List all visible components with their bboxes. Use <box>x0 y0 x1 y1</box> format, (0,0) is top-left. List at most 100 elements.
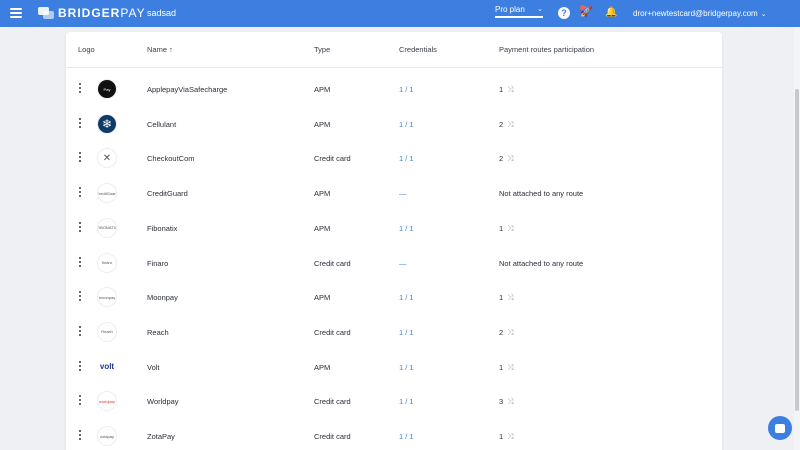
row-menu-icon[interactable] <box>78 291 82 303</box>
row-menu-icon[interactable] <box>78 395 82 407</box>
provider-name[interactable]: Moonpay <box>147 293 178 302</box>
route-count: Not attached to any route <box>499 189 584 199</box>
brand-logo[interactable]: BRIDGERPAY <box>38 6 146 20</box>
provider-credentials[interactable]: 1 / 1 <box>399 328 414 337</box>
row-menu-icon[interactable] <box>78 256 82 269</box>
table-row[interactable]: ❄ Cellulant APM 1 / 1 2 ⤨ <box>66 107 722 142</box>
row-menu-icon[interactable] <box>78 83 82 95</box>
provider-routes: 1 ⤨ <box>499 432 514 442</box>
provider-logo-text: CreditGuard <box>97 190 117 196</box>
row-menu-icon[interactable] <box>78 430 82 442</box>
provider-name[interactable]: Reach <box>147 328 169 337</box>
provider-logo: finaro <box>97 252 117 273</box>
user-menu[interactable]: dror+newtestcard@bridgerpay.com ⌄ <box>633 9 767 18</box>
table-row[interactable]: zotapay ZotaPay Credit card 1 / 1 1 ⤨ <box>66 419 722 450</box>
provider-type: Credit card <box>314 258 351 268</box>
provider-name[interactable]: Worldpay <box>147 397 179 406</box>
help-icon[interactable]: ? <box>558 7 570 19</box>
table-row[interactable]: moonpay Moonpay APM 1 / 1 1 ⤨ <box>66 280 722 315</box>
provider-name[interactable]: ZotaPay <box>147 432 175 441</box>
provider-type: Credit card <box>314 397 351 407</box>
brand-mark-icon <box>38 7 54 19</box>
provider-logo-text: Reach <box>101 329 113 335</box>
shuffle-icon: ⤨ <box>507 85 514 94</box>
scrollbar-thumb[interactable] <box>795 89 799 411</box>
provider-type: Credit card <box>314 432 351 441</box>
provider-logo: CreditGuard <box>97 183 117 204</box>
provider-type: APM <box>314 85 331 94</box>
provider-name[interactable]: Fibonatix <box>147 224 177 233</box>
provider-routes: Not attached to any route <box>499 259 583 268</box>
row-menu-icon[interactable] <box>78 325 82 338</box>
table-row[interactable]: Pay ApplepayViaSafecharge APM 1 / 1 1 ⤨ <box>66 72 722 107</box>
provider-name[interactable]: CheckoutCom <box>147 154 195 163</box>
scrollbar[interactable] <box>794 27 800 450</box>
provider-credentials[interactable]: 1 / 1 <box>399 85 414 94</box>
route-count: 2 <box>499 327 504 337</box>
plan-selector[interactable]: Pro plan ⌄ <box>495 5 543 18</box>
provider-routes: 2 ⤨ <box>499 120 514 130</box>
provider-credentials[interactable]: 1 / 1 <box>399 397 414 406</box>
menu-icon[interactable] <box>10 8 22 18</box>
provider-logo: Pay <box>97 79 117 99</box>
provider-name[interactable]: CreditGuard <box>147 189 188 198</box>
provider-logo: FIBONATIX <box>97 217 117 238</box>
table-row[interactable]: volt Volt APM 1 / 1 1 ⤨ <box>66 350 722 385</box>
provider-type: APM <box>314 189 331 199</box>
rocket-icon[interactable]: 🚀 <box>580 5 592 19</box>
provider-type: Credit card <box>314 327 351 337</box>
provider-type: Credit card <box>314 154 351 164</box>
provider-routes: 1 ⤨ <box>499 85 514 95</box>
shuffle-icon: ⤨ <box>507 223 514 233</box>
column-credentials: Credentials <box>399 45 437 54</box>
column-name[interactable]: Name ↑ <box>147 45 173 54</box>
provider-credentials[interactable]: 1 / 1 <box>399 293 414 302</box>
user-email: dror+newtestcard@bridgerpay.com <box>633 9 758 18</box>
divider <box>66 67 722 68</box>
chat-launcher-button[interactable] <box>768 416 792 440</box>
row-menu-icon[interactable] <box>78 117 82 130</box>
table-row[interactable]: ✕ CheckoutCom Credit card 1 / 1 2 ⤨ <box>66 141 722 176</box>
provider-credentials[interactable]: 1 / 1 <box>399 224 414 233</box>
provider-logo: ❄ <box>97 113 117 134</box>
chat-icon <box>775 423 785 433</box>
provider-credentials[interactable]: — <box>399 189 407 198</box>
provider-name[interactable]: Volt <box>147 363 160 372</box>
shuffle-icon: ⤨ <box>507 432 514 441</box>
provider-name[interactable]: Finaro <box>147 259 168 268</box>
project-name[interactable]: sadsad <box>147 8 176 18</box>
provider-name[interactable]: ApplepayViaSafecharge <box>147 85 227 94</box>
provider-credentials[interactable]: — <box>399 259 407 268</box>
shuffle-icon: ⤨ <box>507 154 514 164</box>
table-row[interactable]: worldpay Worldpay Credit card 1 / 1 3 ⤨ <box>66 384 722 419</box>
route-count: 1 <box>499 85 504 94</box>
table-row[interactable]: Reach Reach Credit card 1 / 1 2 ⤨ <box>66 315 722 350</box>
route-count: 1 <box>499 293 504 303</box>
provider-credentials[interactable]: 1 / 1 <box>399 432 414 441</box>
table-row[interactable]: CreditGuard CreditGuard APM — Not attached t… <box>66 176 722 211</box>
notification-dot <box>580 5 585 10</box>
row-menu-icon[interactable] <box>78 152 82 164</box>
table-row[interactable]: FIBONATIX Fibonatix APM 1 / 1 1 ⤨ <box>66 211 722 246</box>
brand-name: BRIDGERPAY <box>58 6 146 20</box>
providers-table: Logo Name ↑ Type Credentials Payment rou… <box>66 32 722 450</box>
provider-logo-text: moonpay <box>98 294 116 300</box>
provider-logo: volt <box>97 356 117 377</box>
provider-logo: Reach <box>97 321 117 342</box>
provider-credentials[interactable]: 1 / 1 <box>399 120 414 129</box>
row-menu-icon[interactable] <box>78 221 82 234</box>
chevron-down-icon: ⌄ <box>760 11 767 18</box>
row-menu-icon[interactable] <box>78 187 82 199</box>
row-menu-icon[interactable] <box>78 360 82 373</box>
route-count: 2 <box>499 119 504 129</box>
provider-logo-text: Pay <box>103 86 111 92</box>
provider-credentials[interactable]: 1 / 1 <box>399 154 414 163</box>
bell-icon[interactable]: 🔔 <box>605 7 617 19</box>
shuffle-icon: ⤨ <box>507 293 514 303</box>
provider-name[interactable]: Cellulant <box>147 120 176 129</box>
provider-logo-text: ❄ <box>101 116 113 131</box>
provider-routes: 1 ⤨ <box>499 293 514 303</box>
provider-credentials[interactable]: 1 / 1 <box>399 363 414 372</box>
provider-logo-text: zotapay <box>99 433 114 439</box>
table-row[interactable]: finaro Finaro Credit card — Not attached to … <box>66 246 722 281</box>
